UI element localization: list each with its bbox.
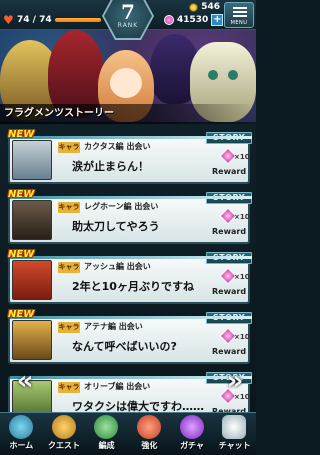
chara-tag: キャラ xyxy=(58,142,80,153)
party-icon xyxy=(94,415,119,439)
new-badge: NEW xyxy=(8,249,35,260)
nav-label: チャット xyxy=(218,441,251,450)
nav-gacha[interactable]: ガチャ xyxy=(171,413,214,455)
story-line: 涙が止まらん！ xyxy=(72,160,149,173)
nav-home[interactable]: ホーム xyxy=(0,413,43,455)
menu-button[interactable]: MENU xyxy=(224,2,254,28)
story-line: なんて呼べばいいの? xyxy=(72,340,177,353)
story-button[interactable]: STORY xyxy=(206,192,252,204)
quest-icon xyxy=(51,415,76,439)
nav-label: ガチャ xyxy=(180,441,204,450)
story-line: 助太刀してやろう xyxy=(72,220,160,233)
nav-party[interactable]: 編成 xyxy=(85,413,128,455)
new-badge: NEW xyxy=(8,309,35,320)
coin-count: 546 xyxy=(201,2,220,12)
stamina-value: 74 / 74 xyxy=(17,15,52,25)
coin-icon xyxy=(189,2,199,12)
reward: ×10 Reward xyxy=(210,207,250,242)
character-thumbnail xyxy=(12,320,52,360)
chara-tag: キャラ xyxy=(58,202,80,213)
chara-tag: キャラ xyxy=(58,322,80,333)
chara-tag: キャラ xyxy=(58,382,80,393)
story-button[interactable]: STORY xyxy=(206,132,252,144)
reward: ×10 Reward xyxy=(210,267,250,302)
reward-label: Reward xyxy=(212,347,247,356)
character-thumbnail xyxy=(12,140,52,180)
rank-badge[interactable]: 7 RANK xyxy=(102,0,154,40)
nav-label: 強化 xyxy=(141,441,158,450)
bottom-nav: ホーム クエスト 編成 強化 ガチャ チャット xyxy=(0,412,256,455)
scroll-right-icon[interactable]: » xyxy=(220,366,250,396)
nav-chat[interactable]: チャット xyxy=(213,413,256,455)
menu-label: MENU xyxy=(230,20,248,26)
story-button[interactable]: STORY xyxy=(206,252,252,264)
character-thumbnail xyxy=(12,260,52,300)
chapter-title: レグホーン編 出会い xyxy=(84,202,159,211)
story-card[interactable]: NEW キャラ カクタス編 出会い 涙が止まらん！ STORY ×10 Rewa… xyxy=(8,129,252,184)
chara-tag: キャラ xyxy=(58,262,80,273)
hamburger-icon xyxy=(233,7,247,19)
story-card[interactable]: NEW キャラ レグホーン編 出会い 助太刀してやろう STORY ×10 Re… xyxy=(8,189,252,244)
reward-count: ×10 xyxy=(234,153,250,161)
home-icon xyxy=(9,415,33,439)
nav-quest[interactable]: クエスト xyxy=(43,413,86,455)
rank-value: 7 xyxy=(121,0,135,24)
chapter-title: アテナ編 出会い xyxy=(84,322,143,331)
chat-icon xyxy=(222,415,247,439)
reward-count: ×10 xyxy=(234,333,250,341)
gem-count: 41530 xyxy=(177,15,209,25)
enhance-icon xyxy=(137,415,162,439)
stamina-meter: ♥ 74 / 74 xyxy=(3,12,101,28)
stamina-bar-fill xyxy=(55,18,101,22)
heart-icon: ♥ xyxy=(3,13,14,27)
nav-label: 編成 xyxy=(98,441,115,450)
nav-enhance[interactable]: 強化 xyxy=(128,413,171,455)
reward-label: Reward xyxy=(212,167,247,176)
reward: ×10 Reward xyxy=(210,327,250,362)
story-card[interactable]: NEW キャラ アッシュ編 出会い 2年と10ヶ月ぶりですね STORY ×10… xyxy=(8,249,252,304)
reward-label: Reward xyxy=(212,287,247,296)
reward-count: ×10 xyxy=(234,273,250,281)
nav-label: クエスト xyxy=(48,441,80,450)
stamina-bar xyxy=(55,18,101,22)
character-thumbnail xyxy=(12,200,52,240)
story-card[interactable]: NEW キャラ アテナ編 出会い なんて呼べばいいの? STORY ×10 Re… xyxy=(8,309,252,364)
story-line: 2年と10ヶ月ぶりですね xyxy=(72,280,194,293)
reward-count: ×10 xyxy=(234,213,250,221)
nav-label: ホーム xyxy=(9,441,34,450)
gem-icon xyxy=(164,15,174,25)
scroll-left-icon[interactable]: « xyxy=(10,366,40,396)
reward-label: Reward xyxy=(212,227,247,236)
new-badge: NEW xyxy=(8,129,35,140)
currency-panel: 546 41530 + xyxy=(160,2,224,30)
banner-title: フラグメンツストーリー xyxy=(0,104,256,124)
chapter-title: カクタス編 出会い xyxy=(84,142,151,151)
reward: ×10 Reward xyxy=(210,147,250,182)
gacha-icon xyxy=(179,415,204,439)
chapter-title: オリーブ編 出会い xyxy=(84,382,151,391)
rank-label: RANK xyxy=(117,22,139,29)
story-button[interactable]: STORY xyxy=(206,312,252,324)
new-badge: NEW xyxy=(8,189,35,200)
chapter-title: アッシュ編 出会い xyxy=(84,262,151,271)
buy-gems-button[interactable]: + xyxy=(211,14,224,26)
